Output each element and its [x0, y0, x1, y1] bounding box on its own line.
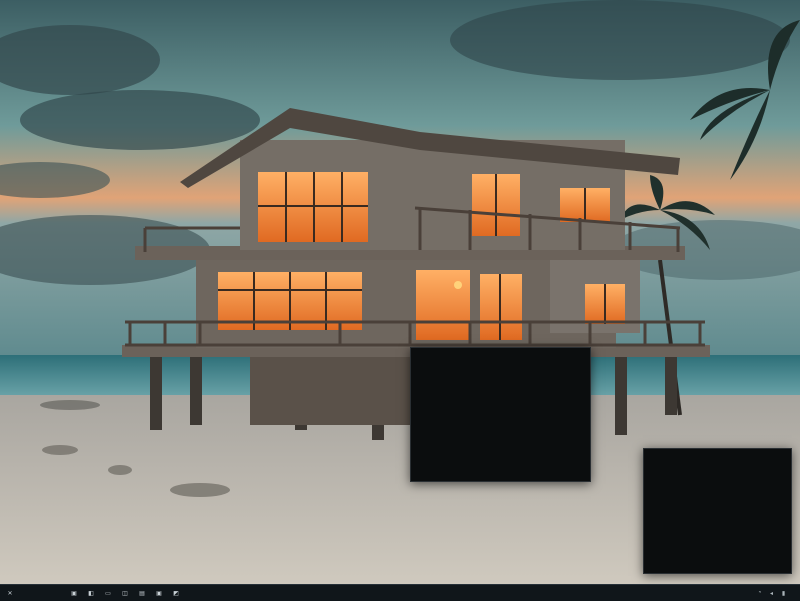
- battery-icon[interactable]: ▮: [779, 590, 788, 597]
- terminal-titlebar[interactable]: [644, 449, 791, 458]
- taskbar-app-button[interactable]: ▭: [101, 587, 115, 599]
- network-icon[interactable]: ◔: [755, 590, 764, 596]
- volume-icon[interactable]: ◂: [767, 590, 776, 597]
- taskbar: ✕ ▣ ◧ ▭ ◫ ▤ ▣ ◩ ◔ ◂ ▮: [0, 584, 800, 601]
- app-icon-2: ◧: [88, 590, 94, 597]
- app-icon-4: ◫: [122, 590, 128, 597]
- terminal-output[interactable]: [644, 458, 791, 459]
- terminal-window-secondary[interactable]: [643, 448, 792, 574]
- start-button[interactable]: ✕: [4, 587, 16, 599]
- taskbar-app-button[interactable]: ▣: [67, 587, 81, 599]
- taskbar-app-button[interactable]: ▤: [135, 587, 149, 599]
- taskbar-app-button[interactable]: ◩: [169, 587, 183, 599]
- app-icon-3: ▭: [105, 590, 111, 597]
- start-icon: ✕: [7, 590, 13, 597]
- taskbar-app-button[interactable]: ▣: [152, 587, 166, 599]
- app-icon-5: ▤: [139, 590, 145, 597]
- terminal-output[interactable]: [411, 357, 590, 358]
- app-icon-1: ▣: [71, 590, 77, 597]
- terminal-titlebar[interactable]: [411, 348, 590, 357]
- taskbar-app-button[interactable]: ◫: [118, 587, 132, 599]
- taskbar-app-button[interactable]: ◧: [84, 587, 98, 599]
- terminal-window[interactable]: [410, 347, 591, 482]
- app-icon-7: ◩: [173, 590, 179, 597]
- app-icon-6: ▣: [156, 590, 162, 597]
